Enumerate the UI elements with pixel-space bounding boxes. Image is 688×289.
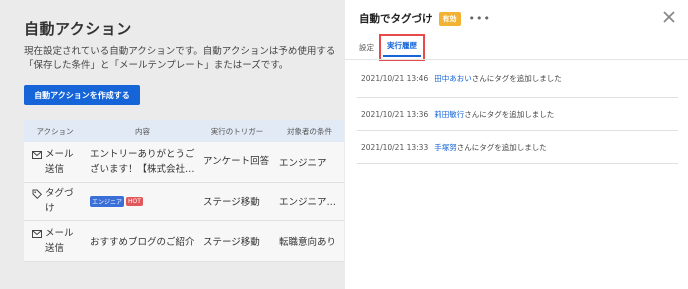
list-item: 2021/10/21 13:33 手塚努 さんにタグを追加しました bbox=[357, 131, 678, 164]
drawer-header: 自動でタグづけ 有効 ••• bbox=[359, 11, 491, 26]
content-cell: おすすめブログのご紹介 bbox=[86, 220, 199, 262]
table-row[interactable]: メール送信 おすすめブログのご紹介 ステージ移動 転職意向あり bbox=[24, 220, 344, 262]
trigger-cell: ステージ移動 bbox=[199, 182, 275, 221]
automation-detail-drawer: 自動でタグづけ 有効 ••• 設定 実行履歴 2021/10/21 13:46 … bbox=[345, 0, 688, 289]
history-user-link[interactable]: 手塚努 bbox=[434, 142, 457, 153]
page-description: 現在設定されている自動アクションです。自動アクションは予め使用する「保存した条件… bbox=[24, 46, 336, 71]
close-icon[interactable] bbox=[662, 10, 676, 24]
condition-cell: エンジニア bbox=[275, 142, 344, 183]
more-options-icon[interactable]: ••• bbox=[469, 12, 491, 25]
content-cell: エンジニア HOT bbox=[86, 182, 199, 221]
action-label: メール送信 bbox=[45, 227, 74, 254]
list-item: 2021/10/21 13:36 莉田敏行 さんにタグを追加しました bbox=[357, 98, 678, 131]
tag-badge: エンジニア bbox=[90, 195, 125, 207]
history-timestamp: 2021/10/21 13:33 bbox=[361, 142, 429, 152]
page-title: 自動アクション bbox=[24, 20, 132, 38]
tab-history[interactable]: 実行履歴 bbox=[379, 34, 425, 61]
history-user-link[interactable]: 田中あおい bbox=[434, 73, 472, 84]
table-row[interactable]: メール送信 エントリーありがとうございます！【株式会社… アンケート回答 エンジ… bbox=[24, 142, 344, 183]
history-list: 2021/10/21 13:46 田中あおい さんにタグを追加しました 2021… bbox=[357, 60, 678, 164]
automation-table: アクション 内容 実行のトリガー 対象者の条件 メール送信 エントリーありがとう… bbox=[24, 120, 344, 262]
trigger-cell: ステージ移動 bbox=[199, 220, 275, 262]
status-badge: 有効 bbox=[438, 11, 461, 26]
tab-settings[interactable]: 設定 bbox=[359, 42, 374, 53]
create-automation-button[interactable]: 自動アクションを作成する bbox=[24, 85, 140, 105]
history-text: さんにタグを追加しました bbox=[471, 74, 562, 83]
action-cell: メール送信 bbox=[24, 142, 86, 183]
history-user-link[interactable]: 莉田敏行 bbox=[434, 109, 464, 120]
history-timestamp: 2021/10/21 13:36 bbox=[361, 109, 429, 119]
action-cell: タグづけ bbox=[24, 182, 86, 221]
drawer-tabs: 設定 実行履歴 bbox=[359, 34, 425, 61]
condition-cell: 転職意向あり bbox=[275, 220, 344, 262]
action-cell: メール送信 bbox=[24, 220, 86, 262]
column-header-action: アクション bbox=[24, 120, 86, 142]
action-label: メール送信 bbox=[45, 148, 74, 175]
column-header-condition: 対象者の条件 bbox=[275, 120, 344, 142]
history-text: さんにタグを追加しました bbox=[456, 142, 547, 152]
action-label: タグづけ bbox=[45, 188, 74, 214]
tag-icon bbox=[32, 189, 42, 199]
drawer-title: 自動でタグづけ bbox=[359, 13, 433, 25]
mail-icon bbox=[32, 229, 42, 238]
history-timestamp: 2021/10/21 13:46 bbox=[361, 74, 429, 83]
history-text: さんにタグを追加しました bbox=[464, 109, 555, 119]
column-header-trigger: 実行のトリガー bbox=[199, 120, 275, 142]
tag-badge: HOT bbox=[126, 196, 143, 206]
column-header-content: 内容 bbox=[86, 120, 199, 142]
content-cell: エントリーありがとうございます！【株式会社… bbox=[86, 142, 199, 183]
table-row[interactable]: タグづけ エンジニア HOT ステージ移動 エンジニア… bbox=[24, 182, 344, 221]
list-item: 2021/10/21 13:46 田中あおい さんにタグを追加しました bbox=[357, 60, 678, 98]
condition-cell: エンジニア… bbox=[275, 182, 344, 221]
mail-icon bbox=[32, 150, 42, 159]
trigger-cell: アンケート回答 bbox=[199, 142, 275, 183]
